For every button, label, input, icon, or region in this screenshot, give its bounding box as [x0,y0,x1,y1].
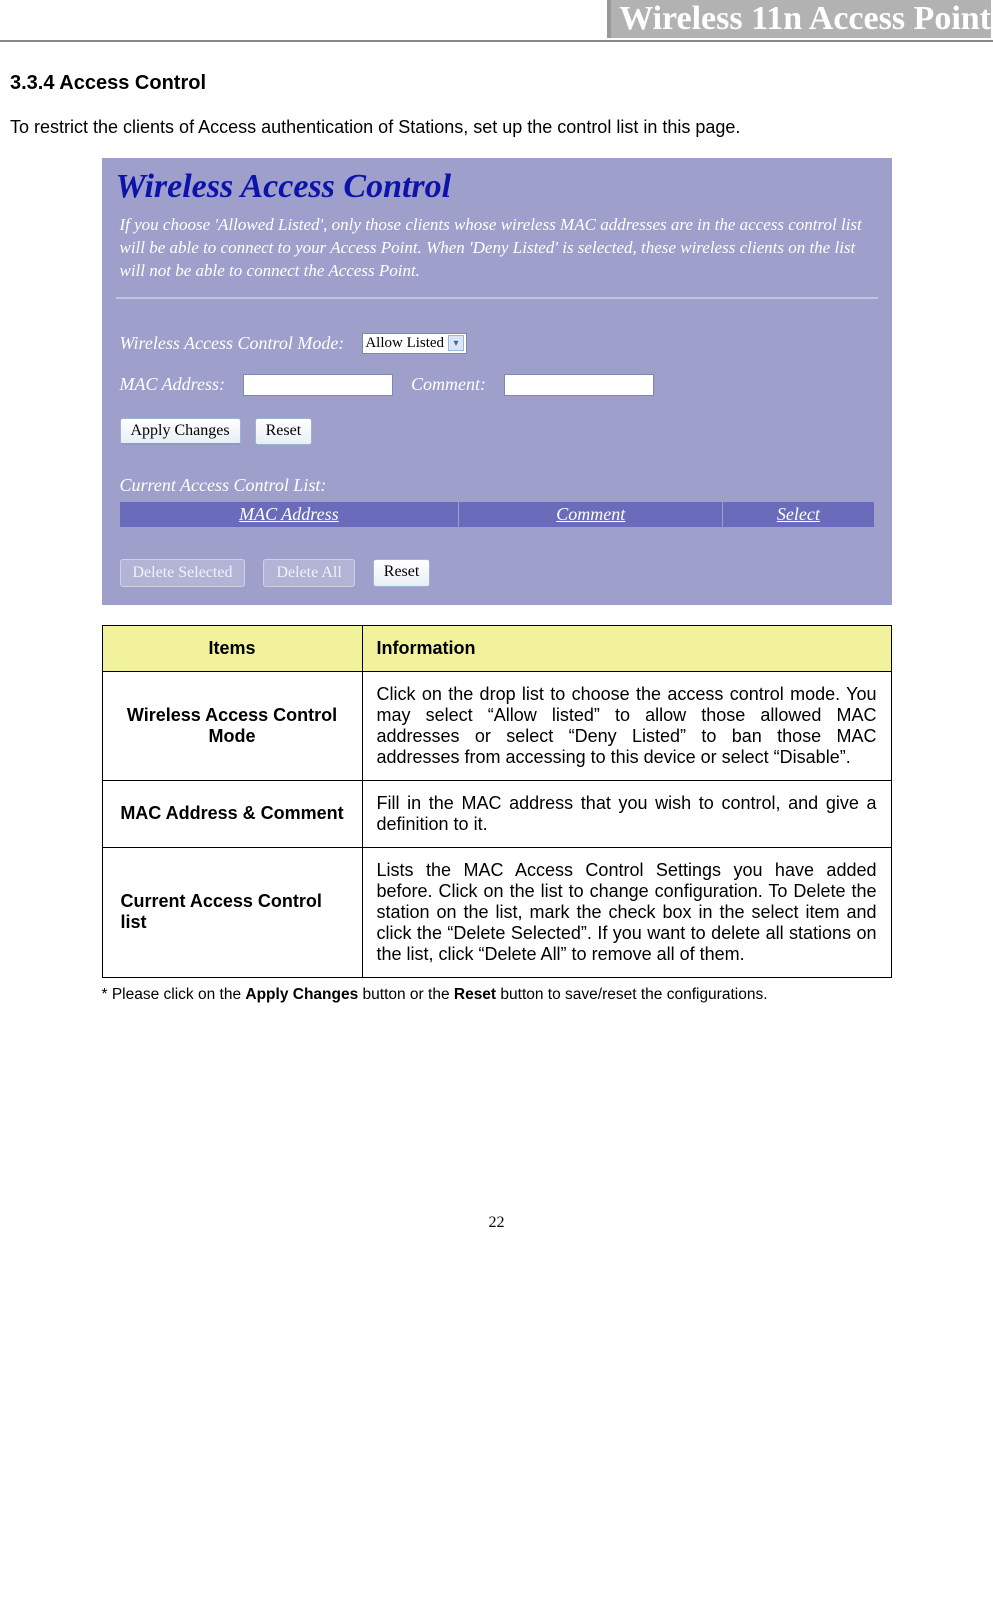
delete-all-button[interactable]: Delete All [263,559,354,587]
comment-label: Comment: [411,374,486,395]
footnote: * Please click on the Apply Changes butt… [102,986,892,1004]
reset-button-2[interactable]: Reset [373,559,431,587]
table-row: Current Access Control list Lists the MA… [102,847,891,977]
router-panel-description: If you choose 'Allowed Listed', only tho… [102,210,892,297]
info-table: Items Information Wireless Access Contro… [102,625,892,978]
page-header: Wireless 11n Access Point [0,0,993,42]
mode-select[interactable]: Allow Listed ▾ [362,333,467,354]
mode-select-value: Allow Listed [365,335,444,352]
mac-label: MAC Address: [120,374,226,395]
mac-input[interactable] [243,374,393,396]
intro-text: To restrict the clients of Access authen… [10,117,983,138]
acl-header-comment: Comment [459,502,723,527]
row-item: Wireless Access Control Mode [102,671,362,780]
row-info: Fill in the MAC address that you wish to… [362,780,891,847]
table-row: MAC Address & Comment Fill in the MAC ad… [102,780,891,847]
mode-label: Wireless Access Control Mode: [120,333,345,354]
router-panel-title: Wireless Access Control [102,158,892,210]
delete-selected-button[interactable]: Delete Selected [120,559,246,587]
row-item: MAC Address & Comment [102,780,362,847]
header-title: Wireless 11n Access Point [607,0,991,38]
acl-table: MAC Address Comment Select [120,502,874,527]
reset-button[interactable]: Reset [255,418,313,445]
row-info: Click on the drop list to choose the acc… [362,671,891,780]
info-header-information: Information [362,625,891,671]
comment-input[interactable] [504,374,654,396]
page-number: 22 [10,1214,983,1232]
row-item: Current Access Control list [102,847,362,977]
row-info: Lists the MAC Access Control Settings yo… [362,847,891,977]
current-list-label: Current Access Control List: [102,475,892,502]
section-heading: 3.3.4 Access Control [10,72,983,95]
info-header-items: Items [102,625,362,671]
router-ui-panel: Wireless Access Control If you choose 'A… [102,158,892,605]
table-row: Wireless Access Control Mode Click on th… [102,671,891,780]
acl-header-select: Select [723,502,874,527]
apply-changes-button[interactable]: Apply Changes [120,418,241,445]
acl-header-mac: MAC Address [120,502,459,527]
chevron-down-icon: ▾ [448,335,464,351]
divider [116,297,878,299]
